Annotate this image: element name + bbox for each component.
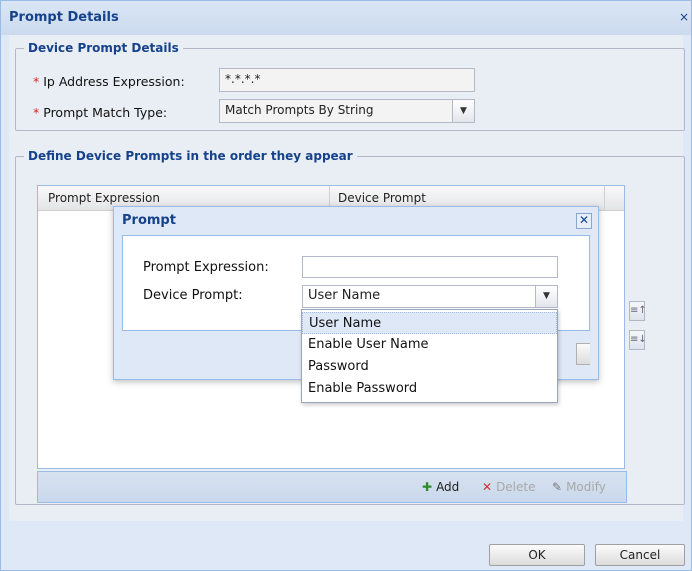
- dropdown-option-enable-password[interactable]: Enable Password: [302, 378, 557, 400]
- chevron-down-icon[interactable]: ▼: [536, 285, 558, 308]
- add-button[interactable]: ✚ Add: [422, 480, 459, 494]
- plus-icon: ✚: [422, 480, 433, 494]
- column-header-prompt-expression[interactable]: Prompt Expression: [48, 191, 160, 205]
- device-prompt-details-legend: Device Prompt Details: [28, 41, 179, 55]
- delete-button[interactable]: ✕ Delete: [482, 480, 536, 494]
- dropdown-option-enable-user-name[interactable]: Enable User Name: [302, 334, 557, 356]
- modify-button[interactable]: ✎ Modify: [552, 480, 606, 494]
- required-mark: *: [33, 105, 40, 120]
- required-mark: *: [33, 74, 40, 89]
- move-up-icon[interactable]: ≡↑: [629, 301, 647, 321]
- ok-button[interactable]: OK: [489, 544, 585, 566]
- close-icon[interactable]: ×: [679, 10, 691, 26]
- prompt-details-window: Prompt Details × Device Prompt Details *…: [0, 0, 692, 571]
- chevron-down-icon[interactable]: ▼: [453, 99, 475, 123]
- dialog-button[interactable]: [576, 343, 590, 365]
- x-icon: ✕: [482, 480, 493, 494]
- ip-address-label: * Ip Address Expression:: [33, 74, 185, 89]
- pencil-icon: ✎: [552, 480, 563, 494]
- prompt-match-type-select[interactable]: Match Prompts By String: [219, 99, 453, 123]
- column-divider[interactable]: [604, 186, 605, 210]
- device-prompt-label: Device Prompt:: [143, 288, 243, 303]
- column-header-device-prompt[interactable]: Device Prompt: [338, 191, 426, 205]
- grid-toolbar: ✚ Add ✕ Delete ✎ Modify: [37, 471, 627, 503]
- close-icon[interactable]: ✕: [576, 213, 592, 229]
- ip-address-input[interactable]: *.*.*.*: [219, 68, 475, 92]
- dropdown-option-password[interactable]: Password: [302, 356, 557, 378]
- prompt-match-type-label: * Prompt Match Type:: [33, 105, 168, 120]
- dropdown-option-user-name[interactable]: User Name: [302, 312, 557, 334]
- dialog-title: Prompt: [122, 213, 176, 228]
- define-prompts-legend: Define Device Prompts in the order they …: [28, 149, 353, 163]
- prompt-expression-input[interactable]: [302, 256, 558, 278]
- device-prompt-select[interactable]: User Name: [302, 285, 536, 308]
- window-title: Prompt Details: [9, 10, 119, 25]
- cancel-button[interactable]: Cancel: [595, 544, 685, 566]
- window-titlebar[interactable]: Prompt Details ×: [1, 1, 691, 35]
- move-down-icon[interactable]: ≡↓: [629, 330, 647, 350]
- device-prompt-dropdown: User Name Enable User Name Password Enab…: [301, 309, 558, 403]
- prompt-expression-label: Prompt Expression:: [143, 260, 269, 275]
